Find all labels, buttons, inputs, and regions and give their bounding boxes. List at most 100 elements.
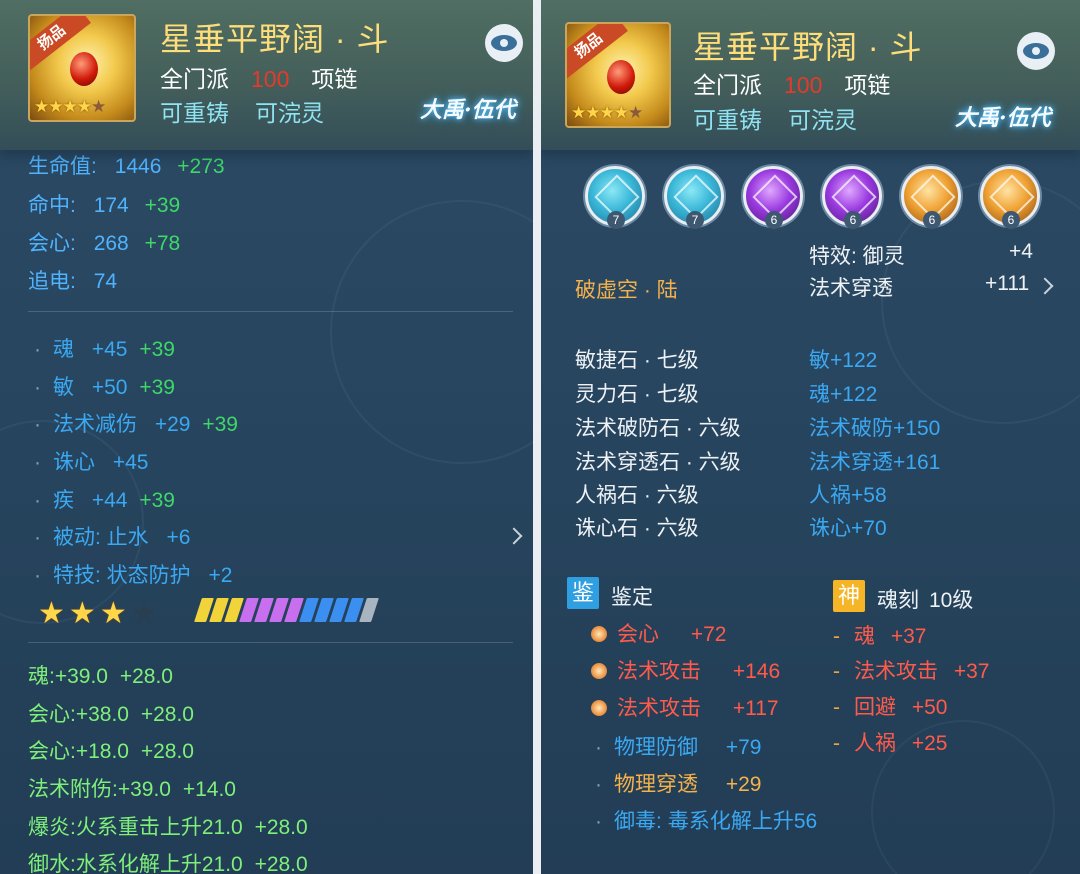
server-name: 大禹·伍代 [955, 105, 1051, 131]
appraise-item: 法术攻击 +146 [591, 655, 780, 685]
gem-slot-level: 6 [765, 211, 783, 229]
item-header: 扬品 ★★★★★ 星垂平野阔 · 斗 全门派 100 项链 可重铸 可浣灵 大禹·伍代 [541, 0, 1080, 150]
appraise-item: · 物理防御 +79 [595, 736, 762, 759]
stat-row-hit: 命中: 174 +39 [28, 194, 181, 217]
item-header: 扬品 ★★★★★ 星垂平野阔 · 斗 全门派 100 项链 可重铸 可浣灵 大禹·伍代 [0, 0, 533, 150]
soul-engrave-item: -魂 +37 [833, 625, 927, 648]
appraise-item: · 御毒: 毒系化解上升56 [595, 810, 818, 833]
appraise-title: 鉴定 [611, 586, 653, 609]
soul-engrave-item: - 人祸 +25 [833, 732, 948, 755]
red-gem-icon [70, 52, 98, 86]
eye-icon[interactable] [1017, 32, 1055, 70]
special-mark-icon [591, 700, 607, 716]
server-name: 大禹·伍代 [420, 97, 516, 123]
item-flags-line: 可重铸 可浣灵 [160, 94, 324, 128]
effect-value: +4 [1009, 240, 1033, 263]
gem-effect: 诛心+70 [809, 517, 887, 540]
star-icon: ★ [99, 597, 131, 630]
gem-slot-level: 6 [844, 211, 862, 229]
gem-effect: 敏+122 [809, 349, 878, 372]
penetration-label: 法术穿透 [809, 277, 893, 300]
item-sect: 全门派 [160, 66, 229, 92]
soul-wash-flag: 可浣灵 [255, 100, 324, 126]
item-sect: 全门派 [693, 72, 762, 98]
divider [28, 311, 513, 312]
star-icon: ★ [38, 597, 69, 630]
soul-engrave-badge: 神 [833, 580, 865, 612]
soul-engrave-item: - 法术攻击 +37 [833, 660, 990, 683]
bonus-stat-row: 会心:+18.0 +28.0 [28, 740, 194, 763]
item-flags-line: 可重铸 可浣灵 [693, 101, 857, 135]
attr-row: · 法术减伤 +29 +39 [34, 413, 238, 436]
passive-skill-row[interactable]: · 被动: 止水 +6 [34, 521, 190, 551]
star-icon: ★ [68, 597, 100, 630]
divider [28, 642, 513, 643]
item-level: 100 [784, 72, 823, 98]
item-stars: ★★★★★ [34, 97, 106, 116]
soul-engrave-item: - 回避 +50 [833, 696, 948, 719]
item-type: 项链 [311, 66, 358, 92]
reforge-flag: 可重铸 [693, 107, 762, 133]
stat-row-crit: 会心: 268 +78 [28, 232, 181, 255]
refine-star-rating: ★★★★ [38, 596, 162, 631]
orange-gem-icon[interactable]: 6 [980, 166, 1040, 229]
item-info-line: 全门派 100 项链 [693, 66, 890, 100]
appraise-item: · 物理穿透 +29 [595, 773, 762, 796]
attr-row: · 疾 +44 +39 [34, 489, 175, 512]
attr-row: · 敏 +50 +39 [34, 376, 175, 399]
chevron-right-icon[interactable] [505, 527, 523, 545]
gem-effect: 法术破防+150 [809, 417, 941, 440]
appraise-item: 法术攻击 +117 [591, 692, 779, 722]
item-level: 100 [251, 66, 290, 92]
gem-name: 法术破防石 · 六级 [575, 417, 741, 440]
gem-name: 法术穿透石 · 六级 [575, 451, 741, 474]
orange-gem-icon[interactable]: 6 [901, 166, 961, 229]
gem-name: 诛心石 · 六级 [575, 517, 699, 540]
appraise-badge: 鉴 [567, 577, 599, 609]
cyan-gem-icon[interactable]: 7 [585, 166, 645, 229]
red-gem-icon [607, 60, 635, 94]
gem-slot-level: 6 [1002, 211, 1020, 229]
gem-slot-level: 6 [923, 211, 941, 229]
right-item-panel: 扬品 ★★★★★ 星垂平野阔 · 斗 全门派 100 项链 可重铸 可浣灵 大禹·伍代… [541, 0, 1080, 874]
reforge-flag: 可重铸 [160, 100, 229, 126]
attr-row: · 魂 +45 +39 [34, 338, 175, 361]
soul-engrave-title: 魂刻 10级 [877, 589, 974, 612]
gem-name: 人祸石 · 六级 [575, 484, 699, 507]
stat-row-chase: 追电: 74 [28, 270, 118, 293]
gem-slot-level: 7 [607, 211, 625, 229]
appraise-item: 会心 +72 [591, 618, 726, 648]
gem-name: 灵力石 · 七级 [575, 383, 699, 406]
item-name: 星垂平野阔 · 斗 [160, 21, 390, 57]
star-empty-icon: ★ [130, 597, 162, 630]
stat-row-hp: 生命值: 1446 +273 [28, 155, 225, 178]
bonus-stat-row: 法术附伤:+39.0 +14.0 [28, 778, 236, 801]
bonus-stat-row: 魂:+39.0 +28.0 [28, 665, 173, 688]
soul-wash-flag: 可浣灵 [788, 107, 857, 133]
item-name: 星垂平野阔 · 斗 [693, 29, 923, 65]
penetration-value: +111 [985, 272, 1030, 295]
set-name: 破虚空 · 陆 [575, 279, 678, 302]
gem-effect: 魂+122 [809, 383, 878, 406]
eye-icon[interactable] [485, 24, 523, 62]
gem-name: 敏捷石 · 七级 [575, 349, 699, 372]
gem-slot-level: 7 [686, 211, 704, 229]
bonus-stat-row: 御水:水系化解上升21.0 +28.0 [28, 853, 308, 874]
item-type: 项链 [844, 72, 891, 98]
attr-row: · 诛心 +45 [34, 451, 149, 474]
special-mark-icon [591, 663, 607, 679]
purple-gem-icon[interactable]: 6 [822, 166, 882, 229]
special-mark-icon [591, 626, 607, 642]
bonus-stat-row: 会心:+38.0 +28.0 [28, 703, 194, 726]
item-info-line: 全门派 100 项链 [160, 60, 357, 94]
gem-effect: 法术穿透+161 [809, 451, 941, 474]
effect-label: 特效: 御灵 [809, 245, 905, 268]
purple-gem-icon[interactable]: 6 [743, 166, 803, 229]
cyan-gem-icon[interactable]: 7 [664, 166, 724, 229]
special-skill-row[interactable]: · 特技: 状态防护 +2 [34, 559, 232, 589]
necklace-item-icon: 扬品 ★★★★★ [28, 14, 136, 122]
necklace-item-icon: 扬品 ★★★★★ [565, 22, 671, 128]
refine-bars [194, 598, 379, 624]
gem-effect: 人祸+58 [809, 484, 887, 507]
bonus-stat-row: 爆炎:火系重击上升21.0 +28.0 [28, 816, 308, 839]
